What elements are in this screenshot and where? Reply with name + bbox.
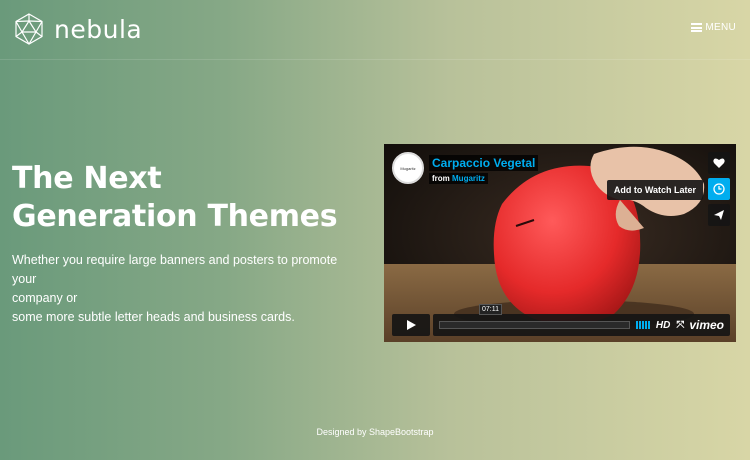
hero-title: The Next Generation Themes	[12, 160, 352, 236]
video-byline: from Mugaritz	[429, 173, 488, 184]
geodesic-sphere-icon	[15, 13, 43, 45]
progress-track[interactable]	[439, 321, 630, 329]
video-control-bar: 07:11 HD ⤧ vimeo	[433, 304, 730, 336]
clock-icon	[713, 183, 725, 195]
watch-later-tooltip: Add to Watch Later	[606, 180, 703, 200]
send-icon	[714, 210, 724, 220]
hero-subtitle-line-2: company or	[12, 291, 78, 305]
hero-subtitle-line-1: Whether you require large banners and po…	[12, 253, 338, 286]
play-icon	[407, 320, 416, 330]
heart-icon	[713, 158, 725, 168]
brand-name: nebula	[54, 14, 143, 44]
from-prefix: from	[432, 174, 450, 183]
hero-title-line-2: Generation Themes	[12, 199, 338, 234]
fullscreen-icon[interactable]: ⤧	[676, 320, 684, 331]
video-controls: 07:11 HD ⤧ vimeo	[392, 304, 730, 336]
channel-avatar[interactable]: Mugaritz	[392, 152, 424, 184]
watch-later-button[interactable]	[708, 178, 730, 200]
vimeo-logo-link[interactable]: vimeo	[689, 318, 724, 332]
video-side-actions	[708, 152, 730, 226]
menu-label: MENU	[705, 22, 736, 33]
navbar: nebula MENU	[0, 0, 750, 60]
hd-toggle[interactable]: HD	[656, 320, 670, 331]
hero-title-line-1: The Next	[12, 161, 162, 196]
hero-subtitle: Whether you require large banners and po…	[12, 251, 357, 327]
channel-logo-text: Mugaritz	[400, 165, 416, 171]
footer-credit: Designed by ShapeBootstrap	[316, 427, 434, 437]
video-author-link[interactable]: Mugaritz	[452, 174, 485, 183]
video-header: Mugaritz Carpaccio Vegetal from Mugaritz	[392, 152, 539, 184]
hamburger-icon	[691, 23, 703, 32]
menu-button[interactable]: MENU	[691, 22, 736, 33]
share-button[interactable]	[708, 204, 730, 226]
video-title-link[interactable]: Carpaccio Vegetal	[429, 155, 539, 171]
play-button[interactable]	[392, 314, 430, 336]
volume-control[interactable]	[635, 321, 650, 329]
hero-subtitle-line-3: some more subtle letter heads and busine…	[12, 310, 295, 324]
brand-logo-link[interactable]: nebula	[12, 12, 142, 46]
video-meta: Carpaccio Vegetal from Mugaritz	[429, 152, 539, 184]
video-player[interactable]: Mugaritz Carpaccio Vegetal from Mugaritz…	[384, 144, 736, 342]
current-time: 07:11	[479, 304, 502, 315]
like-button[interactable]	[708, 152, 730, 174]
